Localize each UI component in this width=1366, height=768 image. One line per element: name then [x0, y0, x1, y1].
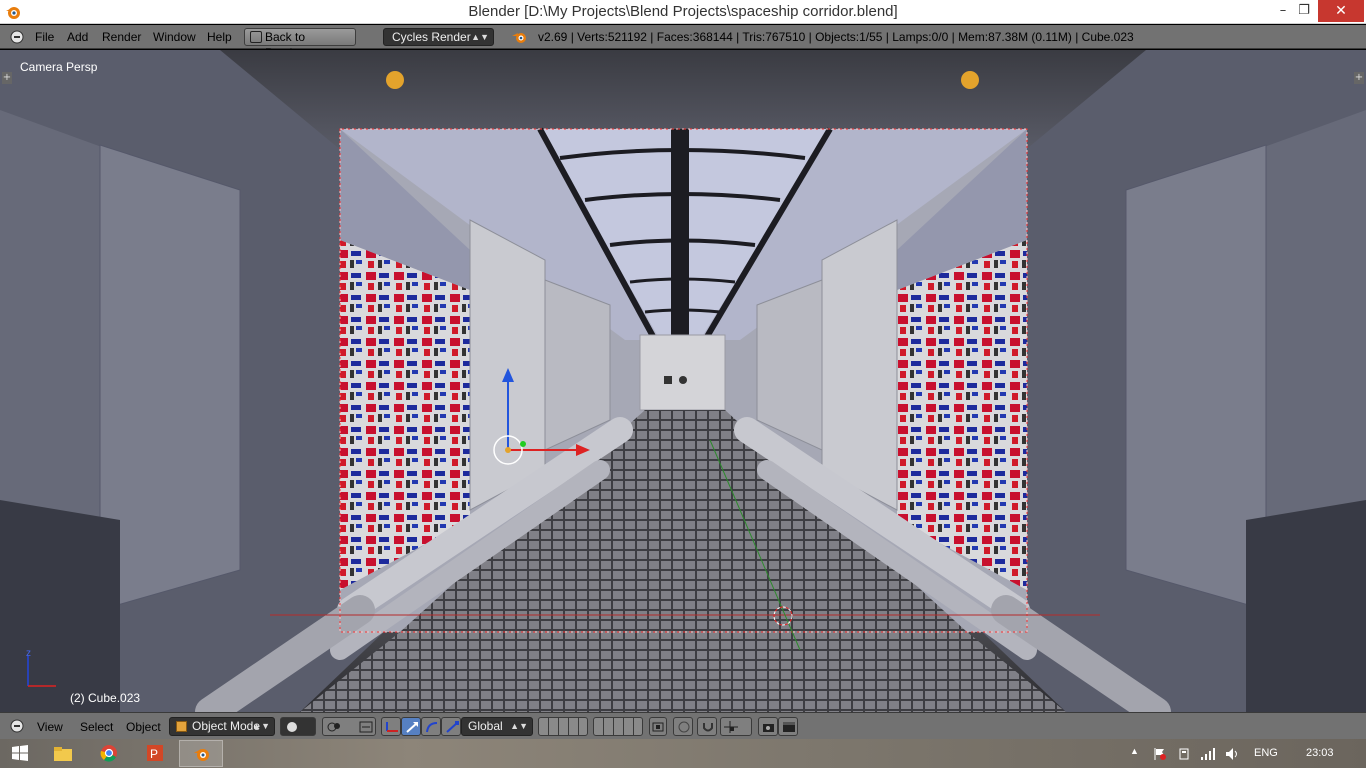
solid-shading-icon	[287, 722, 297, 732]
scale-manipulator-button[interactable]	[441, 717, 461, 736]
action-center-flag-icon[interactable]	[1153, 747, 1167, 761]
blender-logo-icon	[512, 33, 526, 43]
move-arrow-icon	[406, 722, 418, 733]
svg-text:P: P	[150, 747, 158, 761]
translate-manipulator-button[interactable]	[401, 717, 421, 736]
scene-layers-b[interactable]	[593, 717, 643, 736]
transform-orientation-select[interactable]: Global ▲▼	[461, 717, 533, 736]
network-signal-icon[interactable]	[1200, 747, 1216, 761]
updown-arrow-icon: ▲▼	[510, 721, 528, 731]
render-opengl-button[interactable]	[758, 717, 778, 736]
layer-lock-icon	[652, 722, 664, 732]
editor-type-icon[interactable]	[10, 719, 24, 733]
lock-camera-button[interactable]	[649, 717, 667, 736]
active-object-label: (2) Cube.023	[70, 691, 141, 705]
toolshelf-toggle[interactable]: +	[2, 72, 12, 84]
start-icon[interactable]	[12, 745, 28, 761]
properties-toggle[interactable]: +	[1354, 72, 1364, 84]
snap-toggle[interactable]	[697, 717, 717, 736]
powerpoint-icon: P	[147, 745, 163, 761]
close-button[interactable]: ✕	[1318, 0, 1364, 22]
menu-file[interactable]: File	[35, 30, 54, 44]
scale-arrow-icon	[446, 721, 459, 733]
window-title: Blender [D:\My Projects\Blend Projects\s…	[468, 3, 898, 20]
interaction-mode-select[interactable]: Object Mode ▲▼	[169, 717, 275, 736]
rotate-arc-icon	[426, 722, 438, 733]
clapperboard-icon	[783, 722, 795, 732]
interaction-mode-value: Object Mode	[192, 719, 261, 733]
corridor-scene	[0, 50, 1366, 712]
axis-z-label: z	[26, 648, 31, 659]
scene-statistics: v2.69 | Verts:521192 | Faces:368144 | Tr…	[538, 30, 1134, 44]
chrome-icon	[100, 745, 117, 762]
snap-element-select[interactable]	[720, 717, 752, 736]
menu-render[interactable]: Render	[102, 30, 141, 44]
taskbar-powerpoint[interactable]: P	[133, 740, 177, 767]
pivot-point-icon	[327, 722, 340, 732]
menu-add[interactable]: Add	[67, 30, 88, 44]
taskbar-blender[interactable]	[179, 740, 223, 767]
show-hidden-icons[interactable]: ▲	[1130, 746, 1139, 756]
menu-window[interactable]: Window	[153, 30, 196, 44]
window-titlebar: Blender [D:\My Projects\Blend Projects\s…	[0, 0, 1366, 24]
transform-orientation-value: Global	[468, 719, 503, 733]
rotate-manipulator-button[interactable]	[421, 717, 441, 736]
file-explorer-icon	[54, 747, 72, 761]
snap-increment-icon	[724, 721, 738, 733]
blender-icon	[194, 749, 209, 761]
render-engine-select[interactable]: Cycles Render ▲▼	[383, 28, 494, 46]
menu-help[interactable]: Help	[207, 30, 232, 44]
menu-select[interactable]: Select	[80, 720, 113, 734]
updown-arrow-icon: ▲▼	[471, 32, 489, 42]
object-mode-icon	[176, 721, 187, 732]
screen-back-icon	[250, 31, 262, 43]
taskbar-chrome[interactable]	[87, 740, 131, 767]
manipulator-icon	[386, 722, 398, 732]
menu-object[interactable]: Object	[126, 720, 161, 734]
view3d-header: View Select Object Object Mode ▲▼ Global…	[0, 712, 1366, 739]
scene-layers-a[interactable]	[538, 717, 588, 736]
proportional-edit-button[interactable]	[673, 717, 693, 736]
selection-only-icon	[359, 721, 373, 733]
windows-taskbar: P ▲ ENG 23:03	[0, 739, 1366, 768]
viewport-shading-select[interactable]	[280, 717, 316, 736]
input-language[interactable]: ENG	[1254, 747, 1278, 759]
updown-arrow-icon: ▲▼	[252, 721, 270, 731]
3d-viewport[interactable]: Camera Persp z (2) Cube.023 + +	[0, 50, 1366, 712]
render-animation-button[interactable]	[778, 717, 798, 736]
menu-view[interactable]: View	[37, 720, 63, 734]
manipulator-toggle[interactable]	[381, 717, 401, 736]
volume-icon[interactable]	[1225, 747, 1241, 761]
camera-icon	[763, 724, 774, 732]
maximize-button[interactable]: ❐	[1290, 0, 1318, 22]
usb-device-icon[interactable]	[1177, 747, 1191, 761]
back-to-previous-button[interactable]: Back to Previous	[244, 28, 356, 60]
snap-magnet-icon	[703, 723, 713, 732]
view-name-label: Camera Persp	[20, 60, 98, 74]
taskbar-file-explorer[interactable]	[41, 740, 85, 767]
editor-type-icon[interactable]	[10, 30, 24, 44]
proportional-circle-icon	[678, 721, 690, 733]
info-header: File Add Render Window Help Back to Prev…	[0, 25, 1366, 60]
pivot-select[interactable]	[322, 717, 376, 736]
clock-time[interactable]: 23:03	[1306, 747, 1334, 759]
render-engine-value: Cycles Render	[392, 30, 471, 44]
